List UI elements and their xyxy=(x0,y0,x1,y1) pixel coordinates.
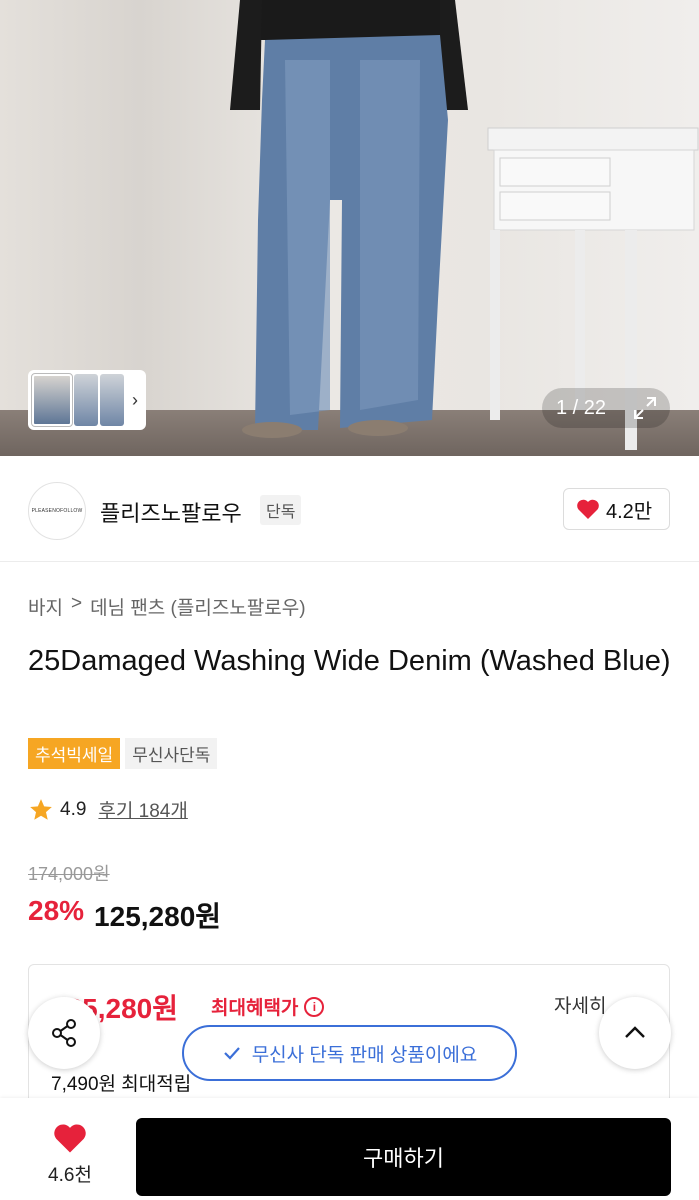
scroll-top-button[interactable] xyxy=(599,997,671,1069)
discount-rate: 28% xyxy=(28,895,85,926)
breadcrumb-subcategory[interactable]: 데님 팬츠 (플리즈노팔로우) xyxy=(90,593,306,620)
brand-name[interactable]: 플리즈노팔로우 xyxy=(100,496,242,528)
brand-logo[interactable]: PLEASENOFOLLOW xyxy=(28,482,86,540)
price-row: 28% 125,280원 xyxy=(28,895,221,935)
exclusive-badge: 단독 xyxy=(260,495,302,525)
rating-value: 4.9 xyxy=(60,798,87,820)
chevron-right-icon[interactable]: › xyxy=(132,390,138,411)
toast-text: 무신사 단독 판매 상품이에요 xyxy=(251,1044,478,1066)
product-tags: 추석빅세일 무신사단독 xyxy=(28,738,218,769)
thumbnail-3[interactable] xyxy=(100,374,124,426)
image-counter: 1 / 22 xyxy=(542,388,670,428)
buy-button[interactable]: 구매하기 xyxy=(136,1118,671,1196)
detail-link[interactable]: 자세히 xyxy=(554,991,606,1018)
exclusive-toast: 무신사 단독 판매 상품이에요 xyxy=(182,1025,517,1081)
breadcrumb-separator: > xyxy=(70,593,83,614)
rating-row: 4.9 후기 184개 xyxy=(28,796,188,823)
thumbnail-1[interactable] xyxy=(31,373,73,427)
product-title: 25Damaged Washing Wide Denim (Washed Blu… xyxy=(28,645,671,677)
brand-row[interactable]: PLEASENOFOLLOW 플리즈노팔로우 단독 4.2만 xyxy=(0,456,699,562)
max-benefit-label-text: 최대혜택가 xyxy=(211,998,299,1019)
expand-icon[interactable] xyxy=(632,395,658,421)
breadcrumb: 바지 > 데님 팬츠 (플리즈노팔로우) xyxy=(28,593,306,620)
sale-price: 125,280원 xyxy=(94,901,222,932)
check-icon xyxy=(223,1047,240,1060)
exclusive-tag: 무신사단독 xyxy=(125,738,218,769)
max-points: 7,490원 최대적립 xyxy=(51,1074,192,1095)
share-icon xyxy=(52,1019,76,1047)
brand-like-button[interactable]: 4.2만 xyxy=(563,488,670,530)
thumbnail-2[interactable] xyxy=(74,374,98,426)
thumbnail-strip[interactable]: › xyxy=(28,370,146,430)
info-icon[interactable]: i xyxy=(304,996,325,1017)
original-price: 174,000원 xyxy=(28,864,110,884)
review-link[interactable]: 후기 184개 xyxy=(98,796,187,823)
heart-icon xyxy=(577,499,599,519)
max-benefit-label: 최대혜택가 i xyxy=(211,993,325,1020)
brand-like-count: 4.2만 xyxy=(606,500,653,523)
breadcrumb-category[interactable]: 바지 xyxy=(28,593,63,620)
chevron-up-icon xyxy=(625,1026,645,1038)
sale-tag: 추석빅세일 xyxy=(28,738,121,769)
image-counter-text: 1 / 22 xyxy=(556,396,607,419)
wishlist-count: 4.6천 xyxy=(48,1165,92,1186)
star-icon xyxy=(30,798,52,820)
product-image-gallery[interactable]: › 1 / 22 xyxy=(0,0,699,456)
share-button[interactable] xyxy=(28,997,100,1069)
heart-icon xyxy=(54,1124,86,1153)
bottom-action-bar: 4.6천 구매하기 xyxy=(0,1098,699,1200)
wishlist-button[interactable]: 4.6천 xyxy=(30,1122,110,1187)
